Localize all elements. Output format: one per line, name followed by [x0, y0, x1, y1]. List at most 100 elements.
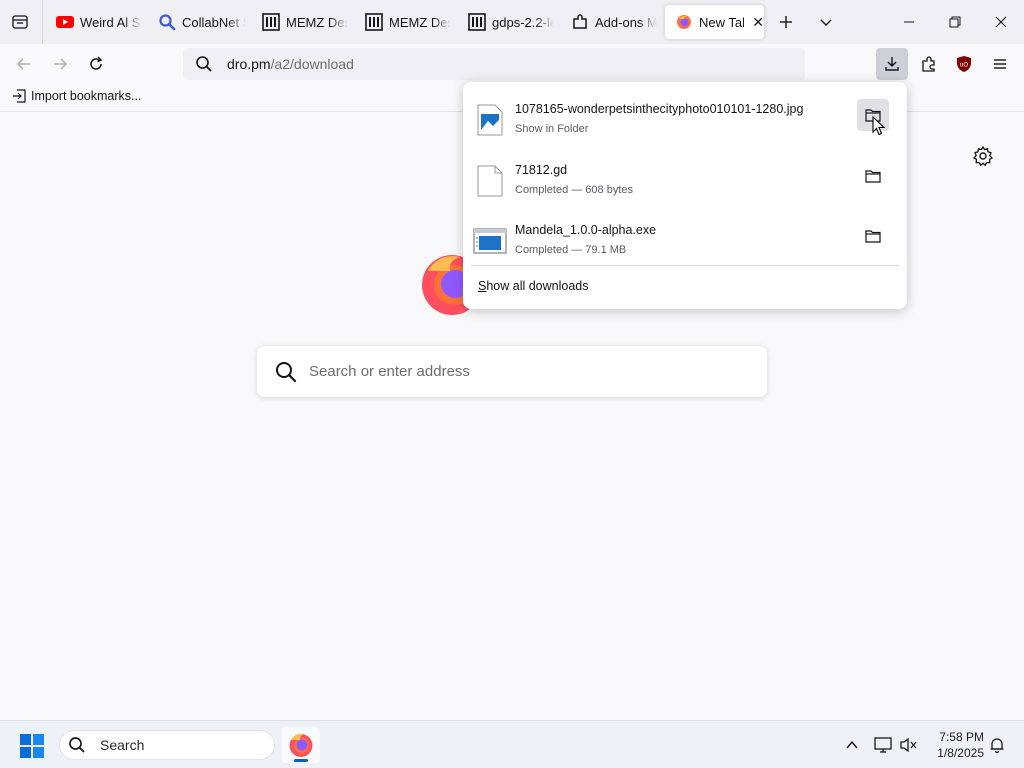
download-filename: 71812.gd [515, 163, 568, 177]
firefox-view-icon [12, 15, 28, 29]
notifications-button[interactable] [987, 735, 1007, 755]
show-hidden-icons-button[interactable] [842, 735, 862, 755]
minimize-button[interactable] [895, 10, 923, 34]
new-tab-button[interactable] [774, 10, 798, 34]
forward-button[interactable] [48, 52, 72, 76]
download-status: Completed — 608 bytes [515, 184, 634, 196]
show-all-downloads-label: how all downloads [486, 279, 589, 293]
new-tab-search-box[interactable] [257, 346, 767, 397]
reload-icon [90, 56, 103, 70]
close-tab-icon[interactable]: ✕ [752, 14, 764, 31]
folder-icon [865, 230, 881, 243]
chevron-up-icon [846, 740, 858, 749]
mouse-cursor-icon [872, 116, 886, 136]
download-icon [885, 57, 899, 71]
download-item[interactable]: Mandela_1.0.0-alpha.exe Completed — 79.1… [471, 210, 899, 266]
url-text[interactable]: dro.pm/a2/download [227, 56, 354, 72]
url-path: /a2/download [270, 56, 354, 72]
clock-time: 7:58 PM [939, 730, 984, 744]
tab-memz-2[interactable]: MEMZ Dest [355, 5, 451, 39]
firefox-view-button[interactable] [8, 10, 32, 34]
tab-label: MEMZ Dest [286, 14, 348, 30]
puzzle-icon [571, 13, 589, 31]
network-monitor-icon [874, 737, 892, 753]
navigation-toolbar: dro.pm/a2/download uO [0, 44, 1024, 84]
back-button[interactable] [12, 52, 36, 76]
show-all-downloads-button[interactable]: Show all downloads [478, 279, 589, 293]
arrow-right-icon [54, 58, 68, 70]
download-status: Completed — 79.1 MB [515, 244, 627, 256]
tab-weird-al[interactable]: Weird Al Sh [46, 5, 142, 39]
close-window-button[interactable] [987, 10, 1015, 34]
museum-icon [468, 13, 486, 31]
downloads-panel: 1078165-wonderpetsinthecityphoto010101-1… [463, 82, 907, 309]
hamburger-menu-icon [994, 59, 1006, 69]
tab-label: Weird Al Sh [80, 14, 142, 30]
blank-file-icon [473, 164, 507, 198]
tab-memz-1[interactable]: MEMZ Dest [252, 5, 348, 39]
plus-icon [780, 16, 792, 28]
youtube-icon [56, 13, 74, 31]
search-icon [68, 736, 86, 754]
exe-file-icon [473, 224, 507, 258]
tab-label: gdps-2.2-le [492, 14, 554, 30]
restore-icon [949, 16, 961, 28]
import-icon [13, 89, 26, 103]
list-all-tabs-button[interactable] [814, 10, 838, 34]
museum-icon [262, 13, 280, 31]
speaker-muted-icon [900, 737, 917, 753]
search-icon [195, 55, 213, 73]
network-button[interactable] [873, 735, 893, 755]
tab-gdps[interactable]: gdps-2.2-le [458, 5, 554, 39]
new-tab-search-input[interactable] [309, 363, 729, 380]
url-host: dro.pm [227, 56, 271, 72]
museum-icon [365, 13, 383, 31]
show-in-folder-button[interactable] [857, 160, 889, 192]
taskbar-firefox-button[interactable] [282, 727, 320, 763]
volume-button[interactable] [899, 735, 919, 755]
reload-button[interactable] [84, 52, 108, 76]
extensions-button[interactable] [917, 52, 941, 76]
close-icon [995, 16, 1007, 28]
tab-separator [42, 0, 43, 44]
windows-taskbar: Search 7:58 PM 1/8/2025 [0, 720, 1024, 768]
taskbar-search-label: Search [100, 737, 145, 753]
tab-addons[interactable]: Add-ons M [561, 5, 657, 39]
bell-icon [990, 738, 1004, 753]
tab-label: CollabNet S [182, 14, 246, 30]
tab-label: New Tab [699, 14, 744, 30]
download-item[interactable]: 71812.gd Completed — 608 bytes [471, 150, 899, 206]
arrow-left-icon [16, 58, 30, 70]
magnifier-icon [158, 13, 176, 31]
tab-label: Add-ons M [595, 14, 657, 30]
import-bookmarks-button[interactable]: Import bookmarks... [12, 89, 141, 103]
firefox-icon [675, 13, 693, 31]
taskbar-clock[interactable]: 7:58 PM 1/8/2025 [928, 729, 984, 761]
url-bar[interactable]: dro.pm/a2/download [183, 48, 805, 80]
tab-label: MEMZ Dest [389, 14, 451, 30]
start-button[interactable] [20, 734, 44, 758]
minimize-icon [904, 21, 914, 23]
download-filename: Mandela_1.0.0-alpha.exe [515, 223, 657, 237]
download-filename: 1078165-wonderpetsinthecityphoto010101-1… [515, 102, 804, 116]
taskbar-search-box[interactable]: Search [59, 730, 275, 760]
tab-new-tab[interactable]: New Tab ✕ [665, 5, 764, 39]
restore-button[interactable] [941, 10, 969, 34]
tab-strip: Weird Al Sh CollabNet S MEMZ Dest MEMZ D… [0, 0, 1024, 44]
ublock-origin-button[interactable]: uO [952, 52, 976, 76]
chevron-down-icon [820, 19, 832, 26]
tab-collabnet[interactable]: CollabNet S [148, 5, 246, 39]
download-item[interactable]: 1078165-wonderpetsinthecityphoto010101-1… [471, 89, 899, 145]
puzzle-icon [922, 56, 935, 72]
settings-gear-button[interactable] [972, 145, 994, 167]
active-app-indicator [294, 759, 308, 762]
import-bookmarks-label: Import bookmarks... [31, 89, 142, 103]
show-in-folder-button[interactable] [857, 220, 889, 252]
panel-divider [471, 265, 899, 266]
svg-text:uO: uO [960, 63, 968, 69]
clock-date: 1/8/2025 [937, 746, 984, 760]
firefox-icon [289, 733, 313, 757]
downloads-button[interactable] [876, 48, 908, 80]
image-file-icon [473, 103, 507, 137]
app-menu-button[interactable] [988, 52, 1012, 76]
